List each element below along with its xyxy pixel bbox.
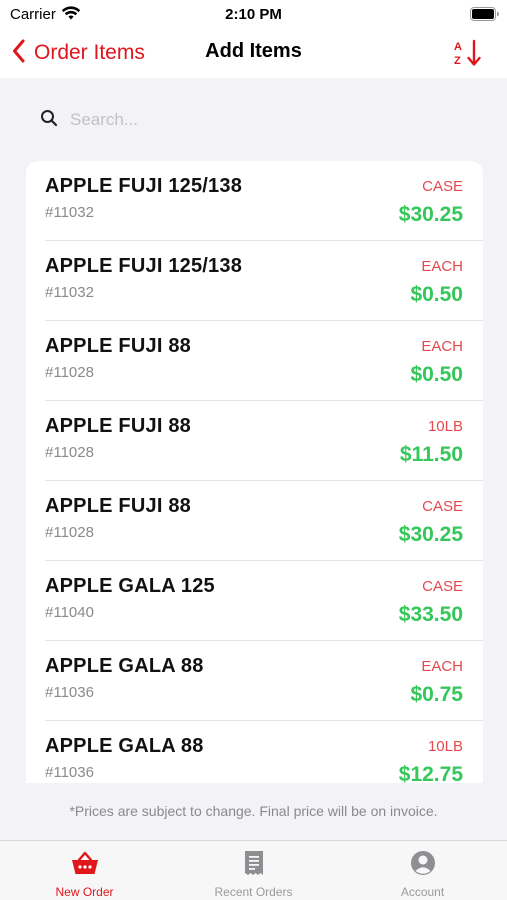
status-bar: Carrier 2:10 PM (0, 0, 507, 28)
screen: Carrier 2:10 PM Order Items Add Items A … (0, 0, 507, 900)
page-title: Add Items (205, 40, 302, 62)
list-item[interactable]: APPLE GALA 88 #11036 EACH $0.75 (26, 641, 483, 721)
search-icon (40, 109, 58, 132)
tab-recent-orders[interactable]: Recent Orders (169, 841, 338, 900)
svg-text:Z: Z (454, 55, 461, 67)
tab-bar: New Order Recent Orders Account (0, 840, 507, 900)
price-disclaimer: *Prices are subject to change. Final pri… (69, 803, 438, 819)
item-unit: EACH (421, 658, 463, 675)
item-list: APPLE FUJI 125/138 #11032 CASE $30.25 AP… (26, 161, 483, 783)
item-price: $30.25 (398, 523, 463, 546)
item-sku: #11032 (45, 284, 94, 301)
person-icon (410, 850, 436, 881)
tab-new-order[interactable]: New Order (0, 841, 169, 900)
item-price: $30.25 (398, 203, 463, 226)
item-unit: EACH (421, 338, 463, 355)
tab-label: Recent Orders (214, 885, 293, 899)
receipt-icon (241, 850, 267, 881)
item-sku: #11036 (45, 764, 94, 781)
list-item[interactable]: APPLE FUJI 88 #11028 CASE $30.25 (26, 481, 483, 561)
item-unit: CASE (422, 578, 463, 595)
item-price: $11.50 (399, 443, 463, 466)
item-unit: 10LB (427, 738, 463, 755)
item-name: APPLE FUJI 125/138 (45, 255, 243, 277)
list-item[interactable]: APPLE GALA 88 #11036 10LB $12.75 (26, 721, 483, 783)
item-price: $12.75 (398, 763, 463, 783)
item-price: $33.50 (398, 603, 463, 626)
navigation-bar: Order Items Add Items A Z (0, 28, 507, 78)
item-unit: 10LB (427, 418, 463, 435)
list-item[interactable]: APPLE GALA 125 #11040 CASE $33.50 (26, 561, 483, 641)
item-unit: CASE (422, 178, 463, 195)
basket-icon (70, 850, 100, 881)
item-name: APPLE GALA 88 (45, 655, 204, 677)
list-item[interactable]: APPLE FUJI 125/138 #11032 EACH $0.50 (26, 241, 483, 321)
search-bar (26, 100, 482, 140)
svg-text:A: A (454, 41, 462, 53)
item-unit: CASE (422, 498, 463, 515)
item-name: APPLE FUJI 88 (45, 415, 191, 437)
sort-az-icon: A Z (452, 39, 484, 72)
item-name: APPLE FUJI 88 (45, 495, 191, 517)
item-sku: #11028 (45, 444, 94, 461)
status-time: 2:10 PM (225, 6, 282, 23)
item-sku: #11028 (45, 524, 94, 541)
tab-label: New Order (55, 885, 114, 899)
item-name: APPLE GALA 88 (45, 735, 204, 757)
item-price: $0.75 (410, 683, 463, 706)
tab-account[interactable]: Account (338, 841, 507, 900)
item-sku: #11028 (45, 364, 94, 381)
item-name: APPLE FUJI 88 (45, 335, 191, 357)
item-sku: #11036 (45, 684, 94, 701)
item-name: APPLE GALA 125 (45, 575, 215, 597)
search-input[interactable] (70, 110, 450, 130)
item-price: $0.50 (410, 363, 463, 386)
item-sku: #11032 (45, 204, 94, 221)
item-name: APPLE FUJI 125/138 (45, 175, 243, 197)
list-item[interactable]: APPLE FUJI 125/138 #11032 CASE $30.25 (26, 161, 483, 241)
list-item[interactable]: APPLE FUJI 88 #11028 10LB $11.50 (26, 401, 483, 481)
item-price: $0.50 (410, 283, 463, 306)
item-sku: #11040 (45, 604, 94, 621)
list-item[interactable]: APPLE FUJI 88 #11028 EACH $0.50 (26, 321, 483, 401)
tab-label: Account (400, 885, 445, 899)
sort-button[interactable]: A Z (452, 38, 484, 68)
item-unit: EACH (421, 258, 463, 275)
battery-icon (470, 7, 500, 26)
